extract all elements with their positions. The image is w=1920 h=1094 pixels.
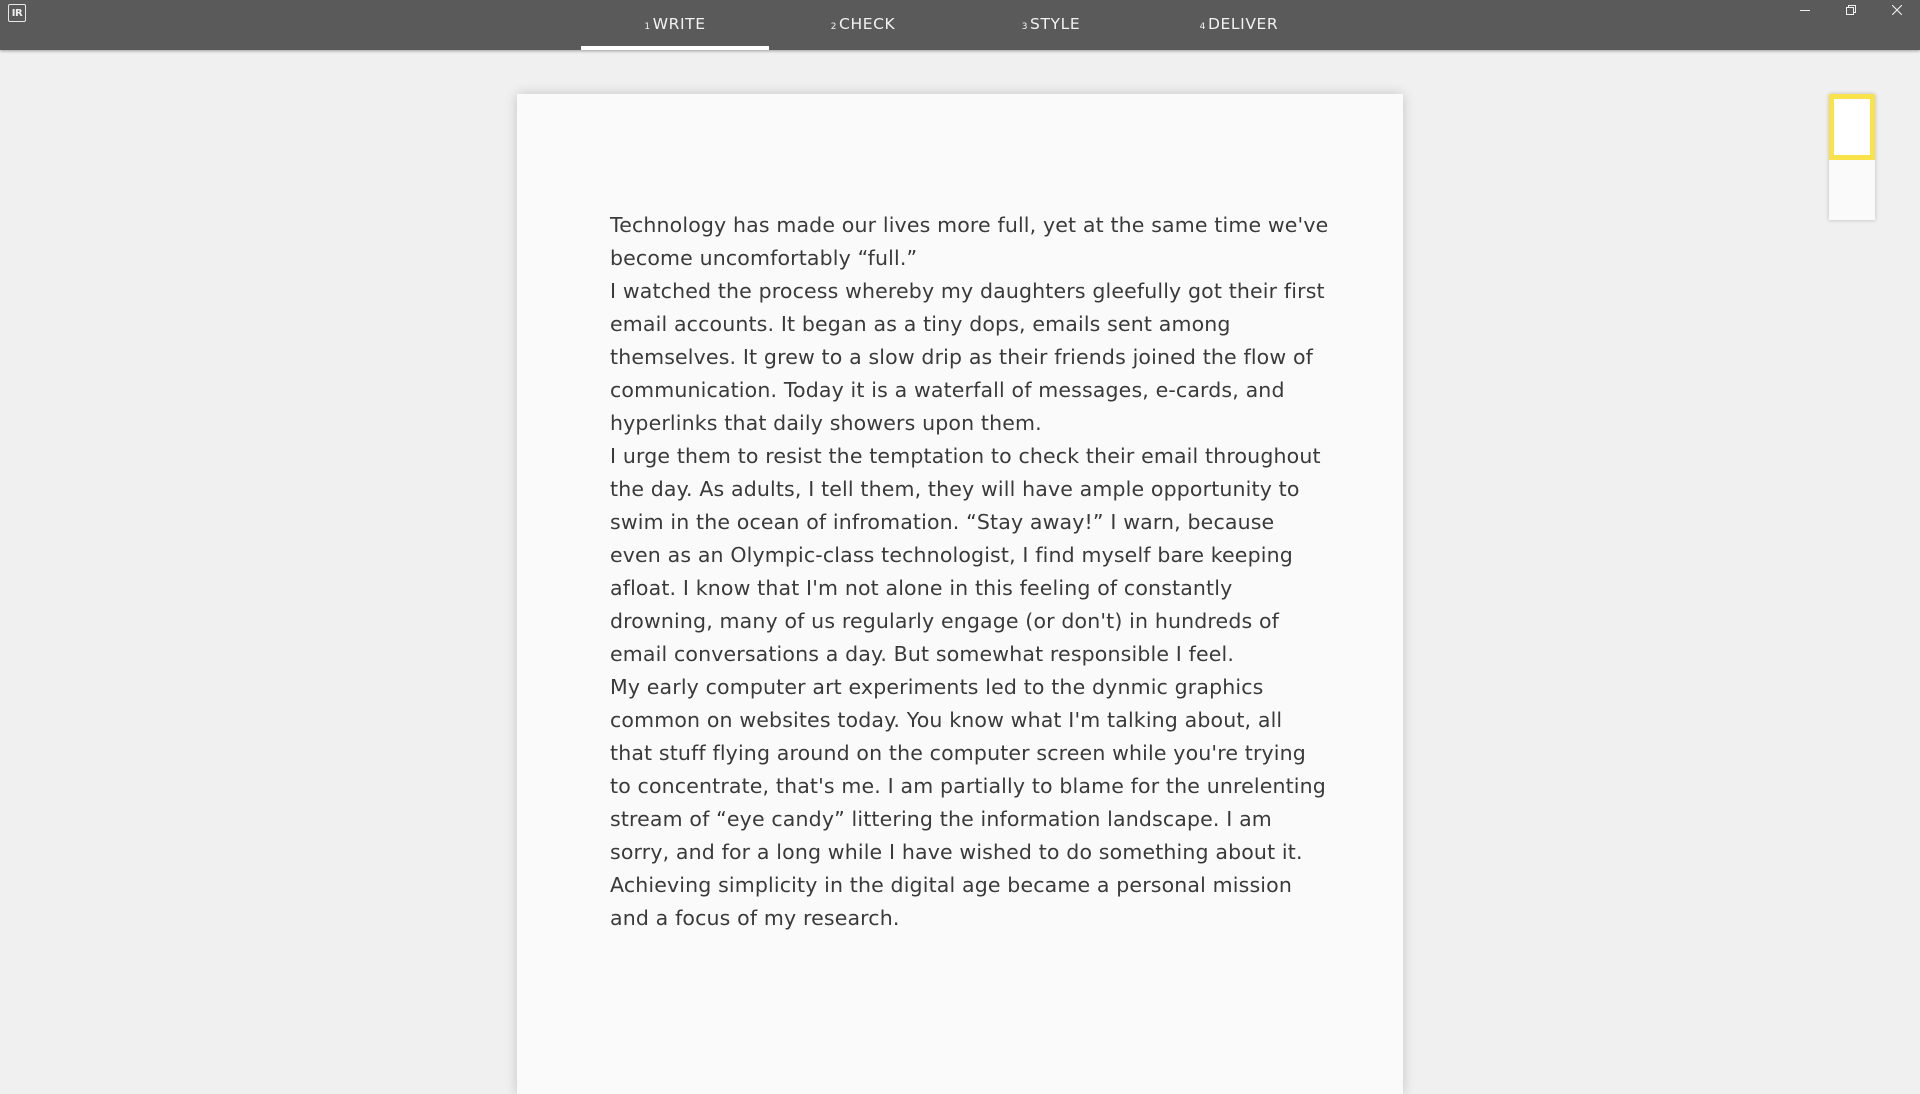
restore-button[interactable] [1828,0,1874,20]
tab-number: 4 [1199,22,1206,32]
paragraph[interactable]: I urge them to resist the temptation to … [610,440,1330,671]
tab-check[interactable]: 2 CHECK [769,0,957,50]
tab-write[interactable]: 1 WRITE [581,0,769,50]
minimap-viewport-indicator[interactable] [1829,94,1875,160]
tab-number: 2 [830,22,838,32]
window-controls [1782,0,1920,20]
tab-label: DELIVER [1208,15,1279,33]
tab-number: 1 [644,22,651,32]
minimize-button[interactable] [1782,0,1828,20]
paragraph[interactable]: My early computer art experiments led to… [610,671,1330,935]
document-page: Technology has made our lives more full,… [517,94,1403,1094]
document-minimap[interactable] [1829,94,1875,220]
tab-label: WRITE [652,15,706,33]
tab-style[interactable]: 3 STYLE [957,0,1145,50]
title-bar: IR 1 WRITE 2 CHECK 3 STYLE 4 DELIVER [0,0,1920,50]
close-icon [1892,5,1902,15]
paragraph[interactable]: Technology has made our lives more full,… [610,209,1330,275]
tab-label: STYLE [1030,15,1081,33]
restore-icon [1846,5,1856,15]
close-button[interactable] [1874,0,1920,20]
document-editor[interactable]: Technology has made our lives more full,… [610,209,1330,935]
minimize-icon [1800,10,1810,11]
tab-deliver[interactable]: 4 DELIVER [1145,0,1333,50]
app-logo-icon[interactable]: IR [8,4,26,22]
tab-number: 3 [1021,22,1029,32]
tab-label: CHECK [839,15,896,33]
workflow-tabs: 1 WRITE 2 CHECK 3 STYLE 4 DELIVER [581,0,1333,50]
paragraph[interactable]: I watched the process whereby my daughte… [610,275,1330,440]
